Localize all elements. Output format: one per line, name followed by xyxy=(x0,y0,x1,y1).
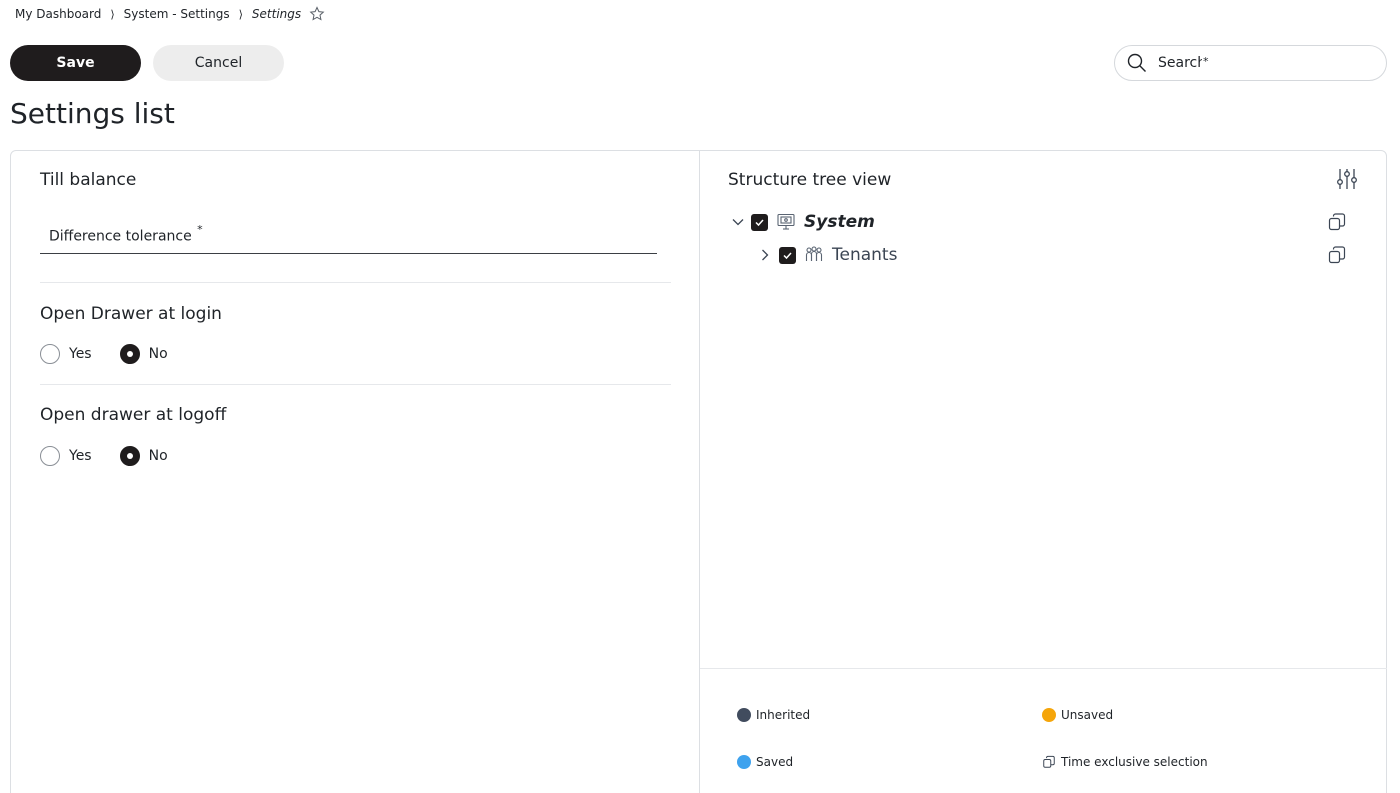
system-checkbox[interactable] xyxy=(751,213,768,231)
radio-circle[interactable] xyxy=(40,344,60,364)
search-required-marker: * xyxy=(1203,54,1209,68)
section-divider xyxy=(40,384,671,385)
till-balance-title: Till balance xyxy=(40,170,137,190)
open-drawer-login-radio-group: Yes No xyxy=(40,344,196,364)
radio-circle[interactable] xyxy=(40,446,60,466)
open-drawer-logoff-title: Open drawer at logoff xyxy=(40,405,227,425)
radio-circle-checked[interactable] xyxy=(119,344,140,364)
settings-panel: Till balance Difference tolerance * Open… xyxy=(10,150,1387,793)
unsaved-dot xyxy=(1042,708,1056,722)
monitor-icon xyxy=(776,212,796,232)
breadcrumb-system-settings[interactable]: System - Settings xyxy=(124,7,230,21)
filter-sliders-icon[interactable] xyxy=(1335,167,1359,191)
open-drawer-logoff-no-radio[interactable]: No xyxy=(119,446,168,466)
tree-node-label: Tenants xyxy=(832,245,898,265)
copy-icon xyxy=(1042,755,1056,769)
breadcrumb: My Dashboard ⟩ System - Settings ⟩ Setti… xyxy=(15,5,325,23)
section-divider xyxy=(40,282,671,283)
breadcrumb-separator: ⟩ xyxy=(110,7,115,21)
open-drawer-login-no-radio[interactable]: No xyxy=(119,344,168,364)
structure-tree-panel: Structure tree view System Tenants Inher… xyxy=(699,151,1387,793)
tenants-checkbox[interactable] xyxy=(779,246,796,264)
search-input[interactable] xyxy=(1158,55,1202,71)
open-drawer-logoff-radio-group: Yes No xyxy=(40,446,196,466)
copy-icon[interactable] xyxy=(1327,245,1347,265)
open-drawer-logoff-yes-radio[interactable]: Yes xyxy=(40,446,92,466)
legend-inherited: Inherited xyxy=(737,708,810,722)
favorite-star-icon[interactable] xyxy=(309,6,325,22)
tree-node-label: System xyxy=(804,212,875,232)
settings-list-panel: Till balance Difference tolerance * Open… xyxy=(11,151,699,793)
people-icon xyxy=(804,245,824,265)
legend-unsaved: Unsaved xyxy=(1042,708,1113,722)
legend-saved: Saved xyxy=(737,755,793,769)
copy-icon[interactable] xyxy=(1327,212,1347,232)
save-button[interactable]: Save xyxy=(10,45,141,81)
saved-dot xyxy=(737,755,751,769)
inherited-dot xyxy=(737,708,751,722)
search-box[interactable]: * xyxy=(1114,45,1387,81)
tree-node-system[interactable]: System xyxy=(700,210,1387,234)
page-title: Settings list xyxy=(10,97,175,130)
legend: Inherited Unsaved Saved Time exclusive s… xyxy=(700,668,1387,793)
tree-title: Structure tree view xyxy=(728,170,892,190)
search-icon xyxy=(1127,53,1147,73)
chevron-down-icon[interactable] xyxy=(731,215,745,229)
cancel-button[interactable]: Cancel xyxy=(153,45,284,81)
breadcrumb-my-dashboard[interactable]: My Dashboard xyxy=(15,7,101,21)
breadcrumb-settings: Settings xyxy=(251,7,302,21)
radio-circle-checked[interactable] xyxy=(119,446,140,466)
breadcrumb-separator: ⟩ xyxy=(238,7,243,21)
open-drawer-login-title: Open Drawer at login xyxy=(40,304,222,324)
legend-time-exclusive: Time exclusive selection xyxy=(1042,755,1208,769)
chevron-right-icon[interactable] xyxy=(758,248,772,262)
tree-node-tenants[interactable]: Tenants xyxy=(700,243,1387,267)
difference-tolerance-label: Difference tolerance * xyxy=(49,223,203,245)
open-drawer-login-yes-radio[interactable]: Yes xyxy=(40,344,92,364)
difference-tolerance-field[interactable]: Difference tolerance * xyxy=(40,216,657,254)
